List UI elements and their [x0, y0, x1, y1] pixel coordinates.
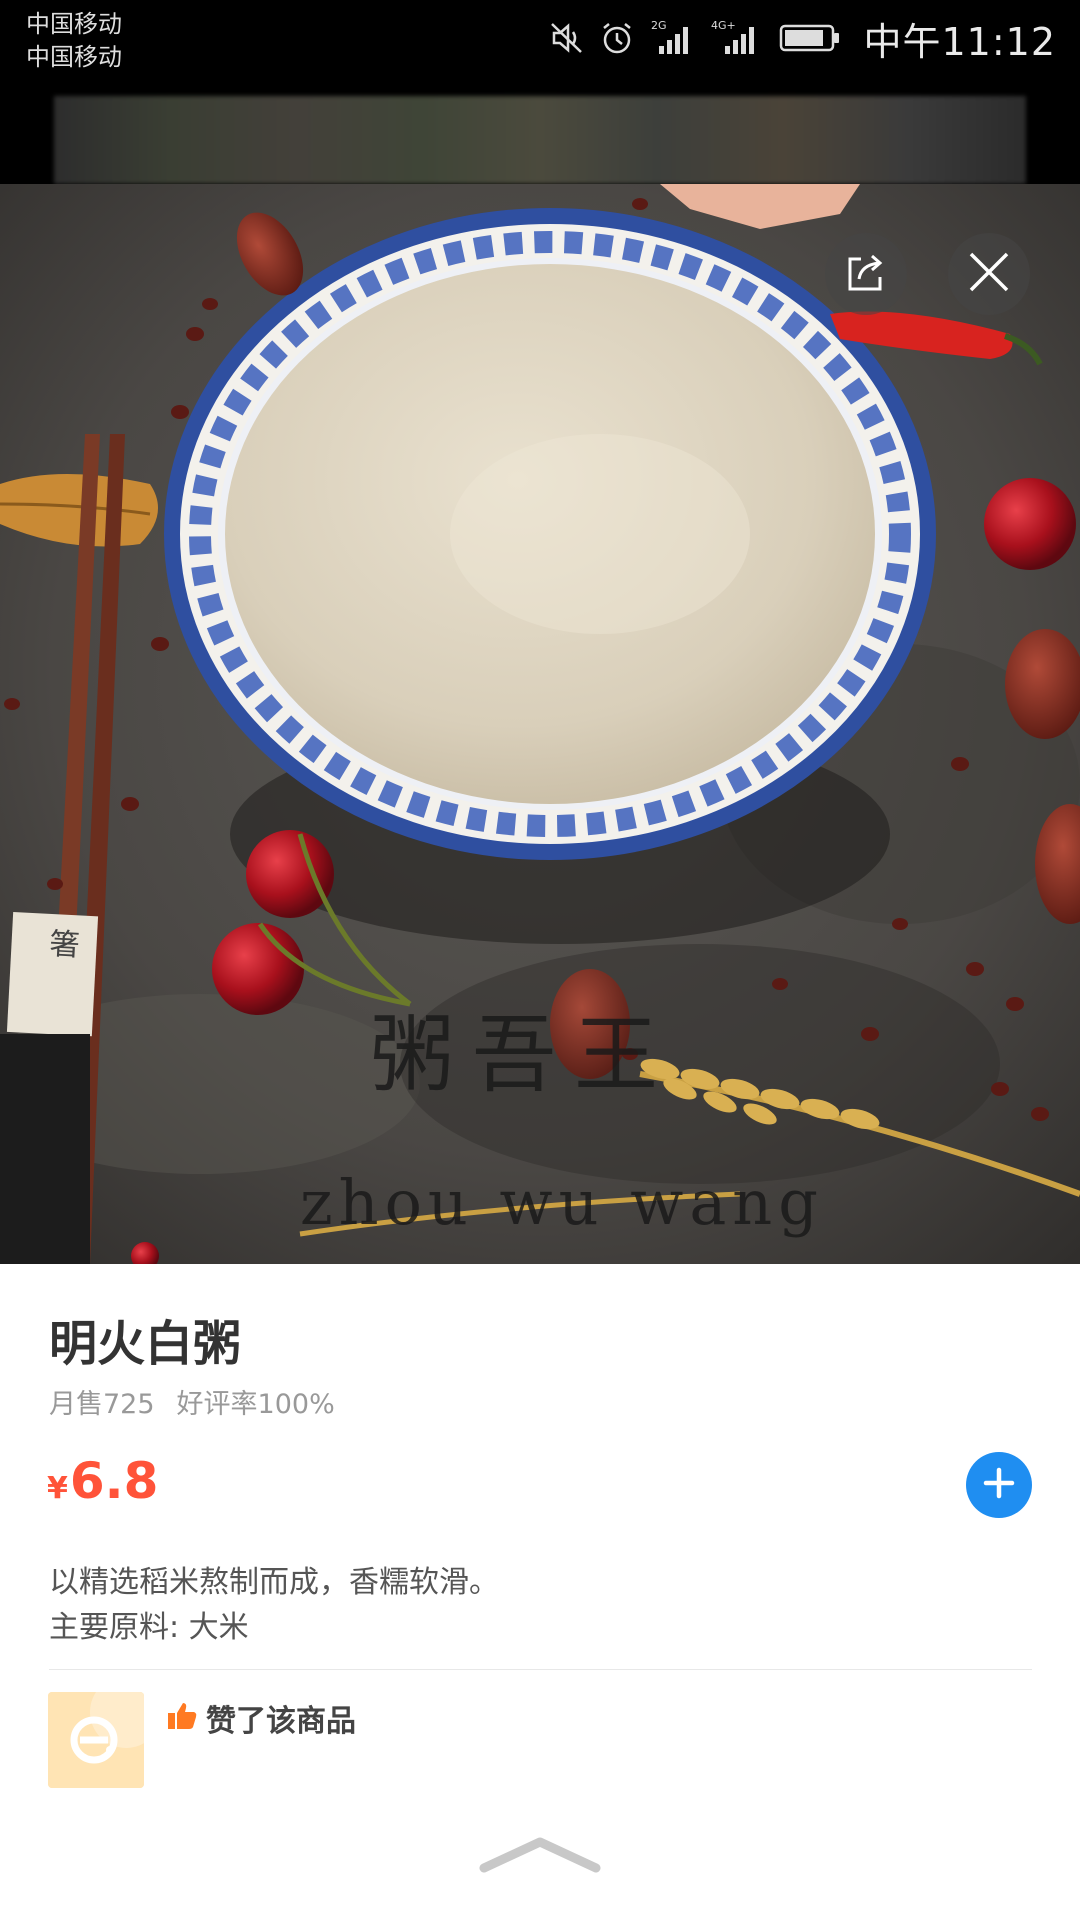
carrier-label: 中国移动: [26, 43, 122, 71]
clock: 中午11:12: [863, 19, 1056, 64]
currency-symbol: ¥: [47, 1471, 68, 1506]
product-image: 箸 粥吾王 zhou wu wang: [0, 184, 1080, 1264]
avatar[interactable]: [48, 1692, 144, 1788]
eleme-logo-icon: [48, 1692, 144, 1788]
rating: 好评率100%: [176, 1389, 335, 1420]
product-description: 以精选稻米熬制而成，香糯软滑。 主要原料: 大米: [49, 1560, 499, 1650]
share-button[interactable]: [825, 233, 907, 315]
product-info: 明火白粥 月售725 好评率100% ¥ 6.8 以精选稻米熬制而成，香糯软滑。…: [0, 1264, 1080, 1920]
signal-icon: 4G+: [711, 18, 765, 58]
svg-text:箸: 箸: [49, 927, 81, 964]
close-button[interactable]: [948, 233, 1030, 315]
alarm-icon: [599, 20, 635, 56]
carrier-label: 中国移动: [26, 10, 122, 38]
porridge-photo: 箸 粥吾王 zhou wu wang: [0, 184, 1080, 1264]
like-text: 赞了该商品: [206, 1704, 356, 1739]
thumbs-up-icon: [166, 1700, 198, 1736]
description-text: 以精选稻米熬制而成，香糯软滑。: [49, 1565, 499, 1600]
chevron-up-icon[interactable]: [478, 1834, 602, 1882]
svg-text:2G: 2G: [651, 19, 667, 32]
status-bar: 中国移动 中国移动 2G 4G+ 中午11:12: [0, 0, 1080, 96]
mute-icon: [549, 20, 585, 56]
price-value: 6.8: [69, 1452, 159, 1510]
battery-icon: [779, 23, 841, 53]
plus-icon: [981, 1465, 1017, 1505]
top-banner-area: [0, 96, 1080, 184]
signal-icon: 2G: [649, 18, 697, 58]
divider: [49, 1669, 1032, 1670]
product-detail-screen: 中国移动 中国移动 2G 4G+ 中午11:12 箸 粥吾王 zhou wu w…: [0, 0, 1080, 1920]
monthly-sales: 月售725: [49, 1389, 155, 1420]
blurred-banner: [54, 96, 1026, 184]
add-to-cart-button[interactable]: [966, 1452, 1032, 1518]
like-row: 赞了该商品: [166, 1696, 356, 1740]
status-icons: 2G 4G+ 中午11:12: [549, 14, 1056, 64]
close-icon: [967, 250, 1011, 298]
carrier-info: 中国移动 中国移动: [26, 8, 122, 74]
product-name: 明火白粥: [49, 1316, 242, 1372]
price: ¥ 6.8: [47, 1452, 158, 1510]
svg-text:4G+: 4G+: [711, 19, 736, 32]
product-stats: 月售725 好评率100%: [49, 1382, 335, 1421]
svg-text:粥吾王: 粥吾王: [370, 1006, 676, 1104]
ingredients-text: 主要原料: 大米: [49, 1610, 249, 1645]
svg-text:zhou wu wang: zhou wu wang: [300, 1166, 824, 1239]
share-icon: [843, 249, 889, 299]
